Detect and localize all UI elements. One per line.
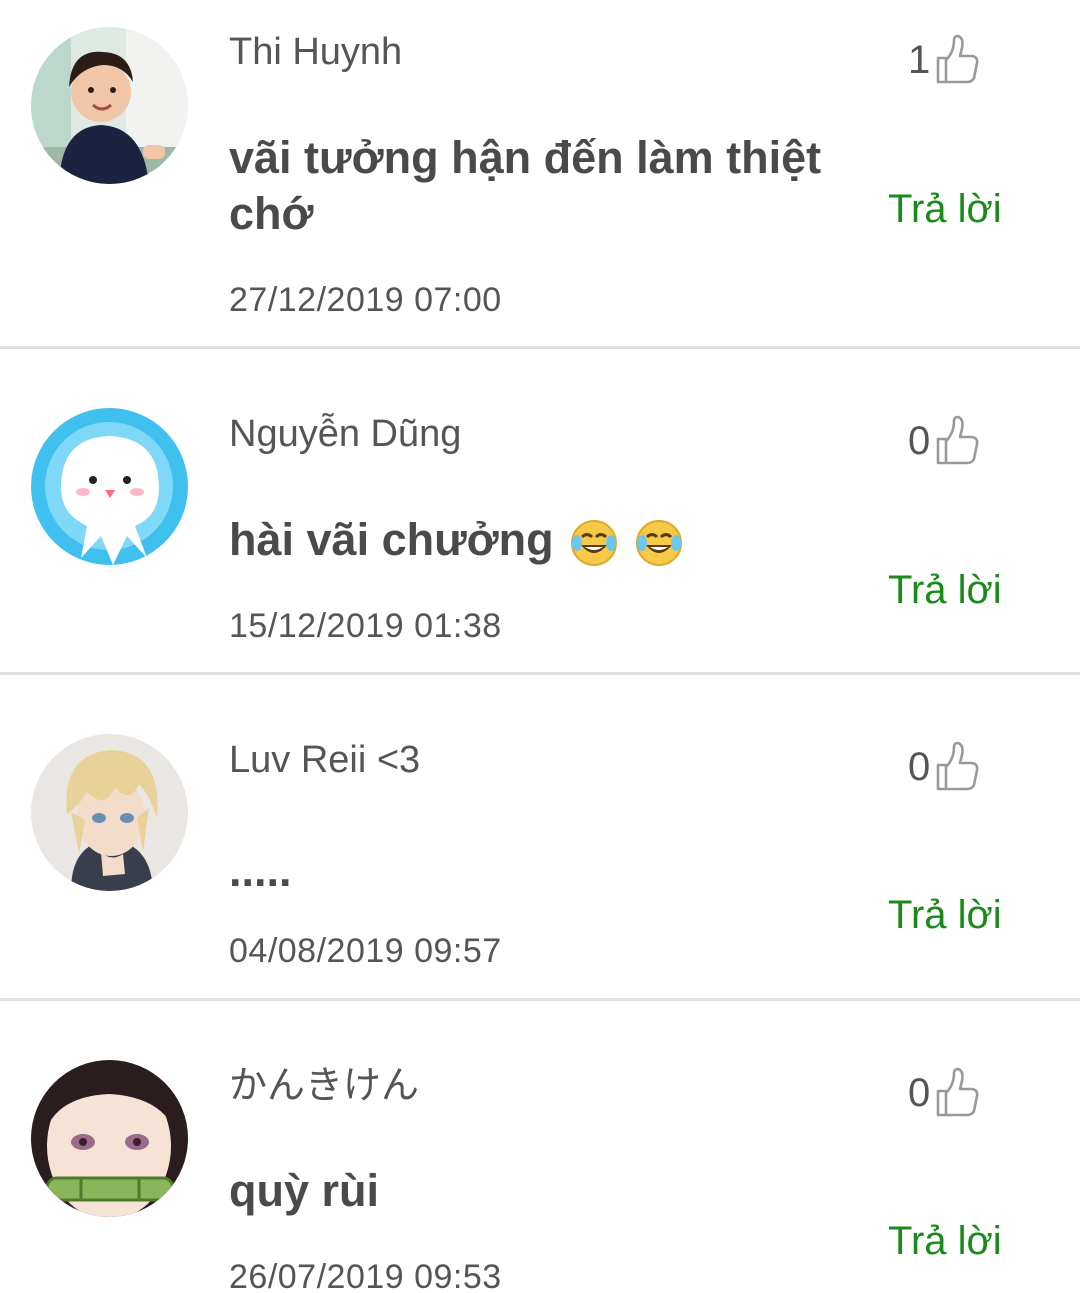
like-count: 0 [908,418,931,463]
comment-text: quỳ rùi [229,1165,380,1216]
like-button[interactable]: 1 [908,30,980,90]
comment-text-content: hài vãi chưởng [229,514,554,565]
avatar[interactable] [31,1060,188,1217]
comment-timestamp: 04/08/2019 09:57 [229,932,502,970]
like-button[interactable]: 0 [908,737,980,797]
reply-button[interactable]: Trả lời [888,1218,1002,1264]
comment-item: かんきけん quỳ rùi 26/07/2019 09:53 0 Trả lời [0,1001,1080,1293]
comment-timestamp: 26/07/2019 09:53 [229,1258,502,1293]
reply-button[interactable]: Trả lời [888,567,1002,613]
comment-timestamp: 15/12/2019 01:38 [229,607,502,645]
face-with-tears-of-joy-icon [571,520,618,567]
comment-text: ..... [229,845,292,896]
reply-button[interactable]: Trả lời [888,892,1002,938]
comment-text: hài vãi chưởng [229,512,849,568]
comment-item: Thi Huynh vãi tưởng hận đến làm thiệt ch… [0,0,1080,349]
like-button[interactable]: 0 [908,1063,980,1123]
thumbs-up-icon [936,415,979,465]
like-count: 0 [908,1070,931,1115]
comment-author[interactable]: かんきけん [229,1064,419,1108]
reply-button[interactable]: Trả lời [888,186,1002,232]
comment-author[interactable]: Thi Huynh [229,30,402,74]
like-button[interactable]: 0 [908,411,980,471]
avatar[interactable] [31,734,188,891]
thumbs-up-icon [936,34,979,84]
comment-item: Nguyễn Dũng hài vãi chưởng 15/12/2019 01… [0,349,1080,675]
avatar[interactable] [31,27,188,184]
comment-author[interactable]: Luv Reii <3 [229,738,420,782]
face-with-tears-of-joy-icon [635,520,682,567]
comment-timestamp: 27/12/2019 07:00 [229,281,502,319]
like-count: 1 [908,37,931,82]
avatar[interactable] [31,408,188,565]
thumbs-up-icon [936,741,979,791]
like-count: 0 [908,744,931,789]
comment-text: vãi tưởng hận đến làm thiệt chớ [229,132,822,239]
comment-author[interactable]: Nguyễn Dũng [229,412,461,456]
comment-list: Thi Huynh vãi tưởng hận đến làm thiệt ch… [0,0,1080,1293]
comment-item: Luv Reii <3 ..... 04/08/2019 09:57 0 Trả… [0,675,1080,1001]
thumbs-up-icon [936,1067,979,1117]
